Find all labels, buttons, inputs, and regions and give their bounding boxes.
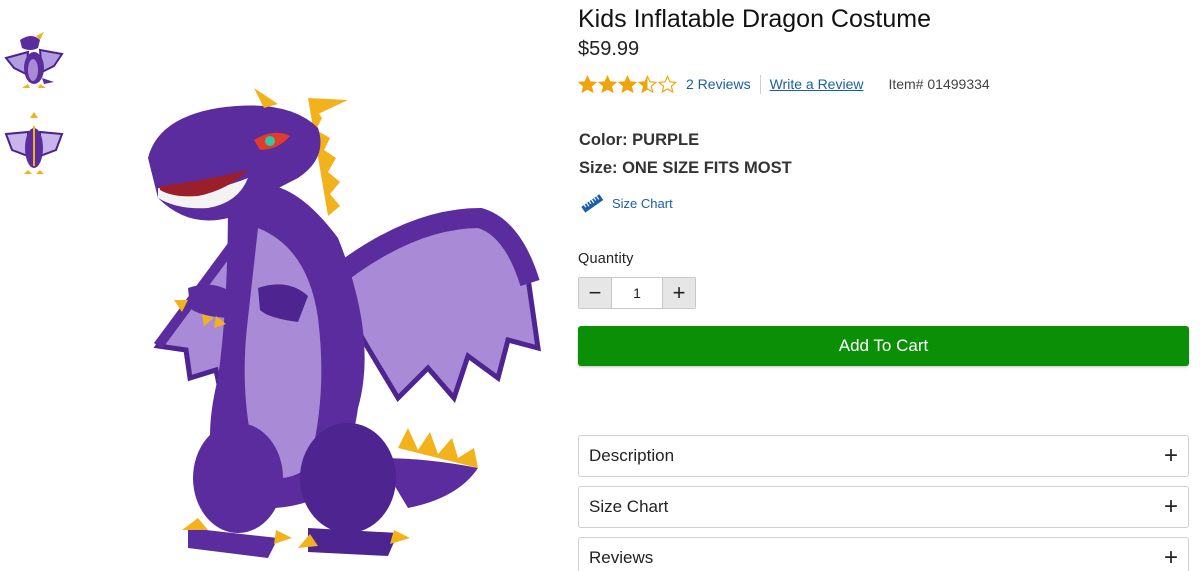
reviews-accordion[interactable]: Reviews + xyxy=(578,537,1189,571)
expand-plus-icon: + xyxy=(1163,442,1178,469)
reviews-count-link[interactable]: 2 Reviews xyxy=(686,76,751,92)
star-rating[interactable] xyxy=(578,74,678,94)
main-product-image[interactable] xyxy=(78,78,548,571)
selected-size: Size: ONE SIZE FITS MOST xyxy=(579,159,792,177)
star-half-icon xyxy=(638,74,657,93)
star-full-icon xyxy=(578,74,597,93)
quantity-decrease-button[interactable]: − xyxy=(579,278,611,308)
dragon-back-thumbnail-image xyxy=(4,112,64,174)
product-title: Kids Inflatable Dragon Costume xyxy=(578,5,931,33)
ruler-icon xyxy=(581,194,603,213)
selected-color: Color: PURPLE xyxy=(579,131,700,149)
size-chart-accordion[interactable]: Size Chart + xyxy=(578,486,1189,528)
divider xyxy=(759,74,761,94)
expand-plus-icon: + xyxy=(1163,493,1178,520)
quantity-stepper: − + xyxy=(578,277,696,309)
expand-plus-icon: + xyxy=(1163,544,1178,571)
description-accordion[interactable]: Description + xyxy=(578,435,1189,477)
dragon-front-thumbnail-image xyxy=(4,32,64,88)
add-to-cart-button[interactable]: Add To Cart xyxy=(578,326,1189,366)
thumbnail-front[interactable] xyxy=(2,28,66,92)
item-number: Item# 01499334 xyxy=(888,76,990,92)
write-review-link[interactable]: Write a Review xyxy=(770,76,864,92)
accordion-title: Reviews xyxy=(589,548,654,567)
size-chart-link[interactable]: Size Chart xyxy=(581,192,673,214)
quantity-input[interactable] xyxy=(611,278,663,308)
accordion-title: Description xyxy=(589,446,675,465)
size-chart-label: Size Chart xyxy=(612,195,673,211)
inflatable-dragon-image xyxy=(148,88,542,558)
rating-row: 2 Reviews Write a Review Item# 01499334 xyxy=(578,73,990,95)
star-full-icon xyxy=(618,74,637,93)
quantity-label: Quantity xyxy=(578,251,634,267)
product-price: $59.99 xyxy=(578,38,640,60)
star-empty-icon xyxy=(658,74,677,93)
star-full-icon xyxy=(598,74,617,93)
thumbnail-back[interactable] xyxy=(2,112,66,176)
quantity-increase-button[interactable]: + xyxy=(663,278,695,308)
accordion-title: Size Chart xyxy=(589,497,669,516)
